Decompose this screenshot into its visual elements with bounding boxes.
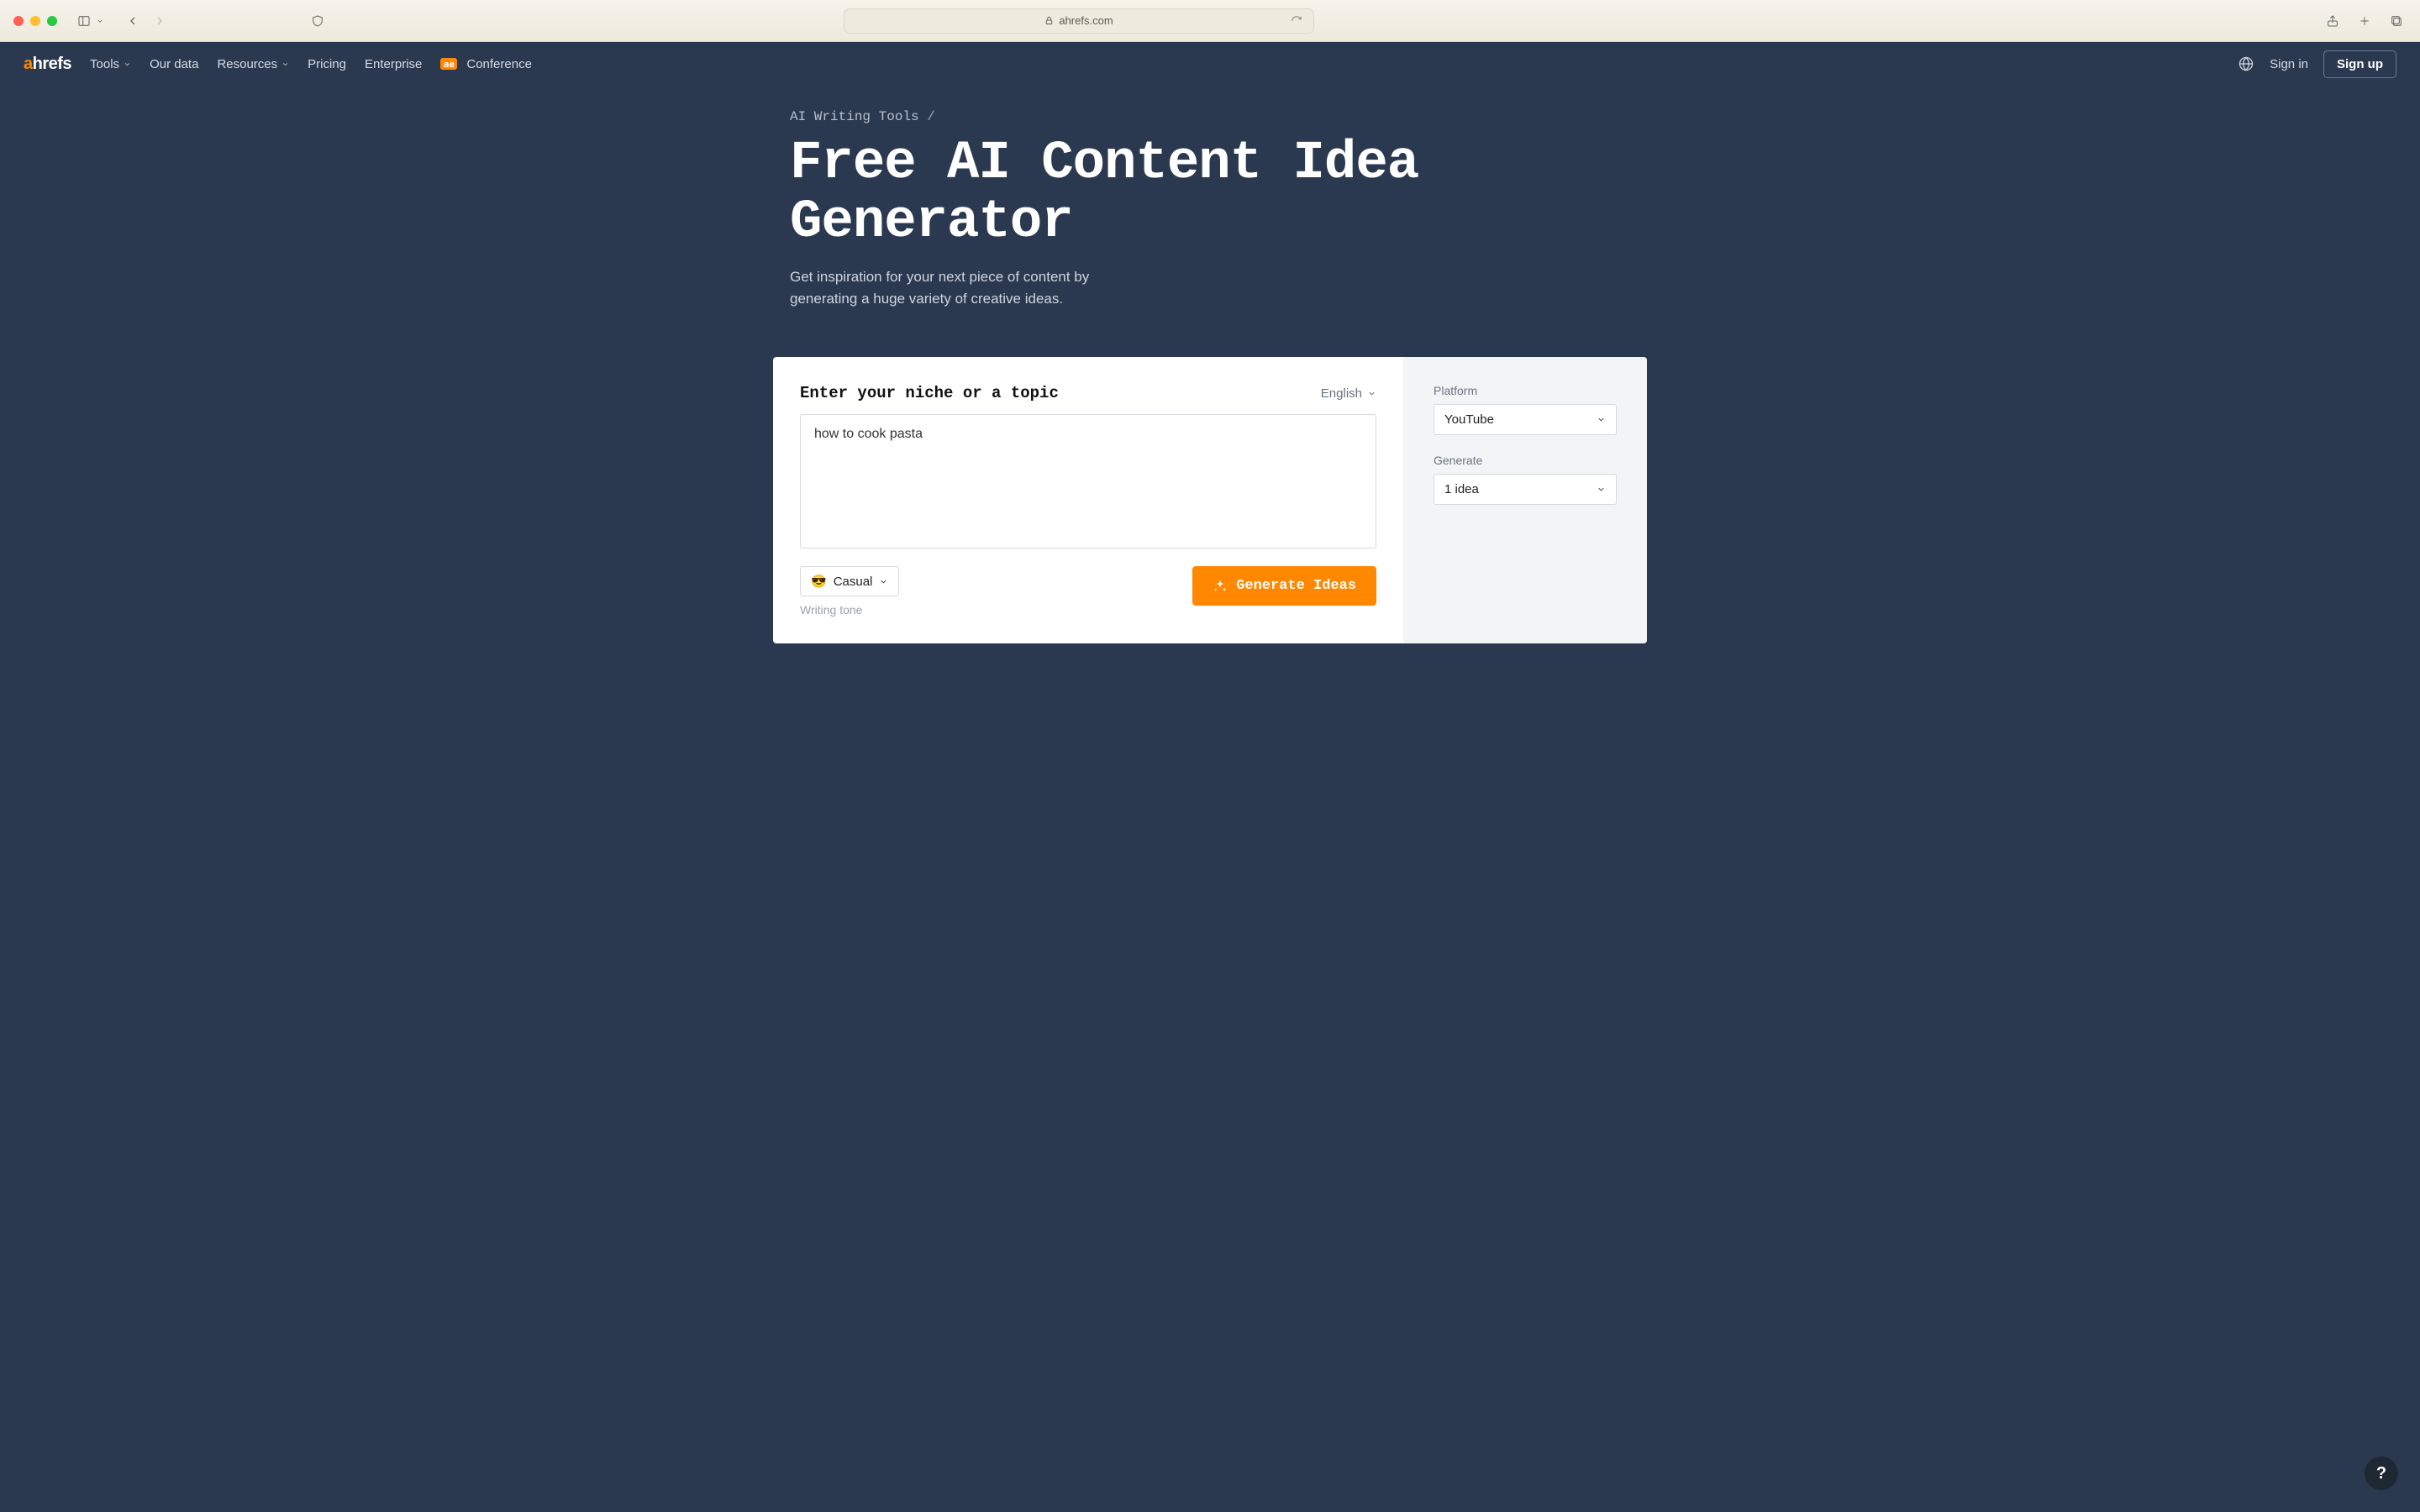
logo-rest: hrefs	[33, 55, 71, 73]
tone-caption: Writing tone	[800, 603, 899, 617]
globe-icon[interactable]	[2238, 55, 2254, 72]
generate-button[interactable]: Generate Ideas	[1192, 566, 1376, 606]
hero: AI Writing Tools / Free AI Content Idea …	[773, 86, 1647, 335]
chevron-down-icon	[1367, 389, 1376, 398]
language-select[interactable]: English	[1321, 386, 1376, 401]
chevron-down-icon	[879, 577, 888, 586]
chevron-down-icon	[124, 60, 131, 68]
nav-item-enterprise[interactable]: Enterprise	[365, 57, 422, 71]
help-button[interactable]: ?	[2365, 1457, 2398, 1490]
help-icon: ?	[2376, 1464, 2386, 1483]
sparkle-icon	[1213, 579, 1228, 594]
nav-item-label: Resources	[217, 57, 277, 71]
nav-item-tools[interactable]: Tools	[90, 57, 131, 71]
nav-item-our-data[interactable]: Our data	[150, 57, 198, 71]
sign-in-link[interactable]: Sign in	[2270, 57, 2308, 71]
chevron-down-icon	[281, 60, 289, 68]
chevron-down-icon	[1597, 485, 1606, 494]
breadcrumb: AI Writing Tools /	[790, 109, 1630, 124]
reload-icon[interactable]	[1286, 11, 1307, 31]
nav-item-conference[interactable]: ae Conference	[440, 57, 532, 71]
card-main: Enter your niche or a topic English 😎 Ca…	[773, 357, 1403, 643]
platform-select[interactable]: YouTube	[1434, 404, 1617, 435]
traffic-lights	[13, 16, 57, 26]
breadcrumb-parent[interactable]: AI Writing Tools	[790, 109, 919, 124]
top-nav: ahrefs Tools Our data Resources Pricing …	[0, 42, 2420, 86]
shield-icon[interactable]	[308, 11, 328, 31]
nav-item-label: Conference	[466, 57, 532, 71]
platform-label: Platform	[1434, 384, 1617, 397]
new-tab-icon[interactable]	[2354, 11, 2375, 31]
card-side: Platform YouTube Generate 1 idea	[1403, 357, 1647, 643]
window-close[interactable]	[13, 16, 24, 26]
tone-select[interactable]: 😎 Casual	[800, 566, 899, 596]
logo[interactable]: ahrefs	[24, 55, 71, 74]
nav-item-label: Our data	[150, 57, 198, 71]
page-title: Free AI Content Idea Generator	[790, 134, 1630, 253]
browser-chrome: ahrefs.com	[0, 0, 2420, 42]
platform-value: YouTube	[1444, 412, 1494, 427]
page-subtitle: Get inspiration for your next piece of c…	[790, 266, 1143, 311]
chevron-down-icon	[1597, 415, 1606, 424]
nav-item-pricing[interactable]: Pricing	[308, 57, 346, 71]
generate-count-select[interactable]: 1 idea	[1434, 474, 1617, 505]
address-bar-host: ahrefs.com	[1059, 14, 1113, 27]
tone-emoji-icon: 😎	[811, 574, 827, 589]
sign-up-button[interactable]: Sign up	[2323, 50, 2396, 78]
generate-count-label: Generate	[1434, 454, 1617, 467]
logo-a: a	[24, 55, 33, 73]
back-button[interactable]	[123, 11, 143, 31]
conference-badge-icon: ae	[440, 58, 457, 70]
address-bar[interactable]: ahrefs.com	[844, 8, 1314, 34]
window-zoom[interactable]	[47, 16, 57, 26]
nav-item-label: Enterprise	[365, 57, 422, 71]
tabs-overview-icon[interactable]	[2386, 11, 2407, 31]
forward-button[interactable]	[150, 11, 170, 31]
chevron-down-icon[interactable]	[94, 11, 106, 31]
topic-label: Enter your niche or a topic	[800, 384, 1059, 402]
nav-links: Tools Our data Resources Pricing Enterpr…	[90, 57, 532, 71]
breadcrumb-sep: /	[919, 109, 935, 124]
share-icon[interactable]	[2323, 11, 2343, 31]
language-value: English	[1321, 386, 1362, 401]
nav-item-resources[interactable]: Resources	[217, 57, 289, 71]
tone-value: Casual	[834, 575, 873, 589]
topic-input[interactable]	[800, 414, 1376, 549]
sidebar-toggle-icon[interactable]	[74, 11, 94, 31]
nav-item-label: Pricing	[308, 57, 346, 71]
generate-count-value: 1 idea	[1444, 482, 1479, 496]
window-minimize[interactable]	[30, 16, 40, 26]
generate-button-label: Generate Ideas	[1236, 578, 1356, 594]
generator-card: Enter your niche or a topic English 😎 Ca…	[773, 357, 1647, 643]
lock-icon	[1044, 16, 1054, 25]
nav-item-label: Tools	[90, 57, 119, 71]
page-body: ahrefs Tools Our data Resources Pricing …	[0, 42, 2420, 1512]
